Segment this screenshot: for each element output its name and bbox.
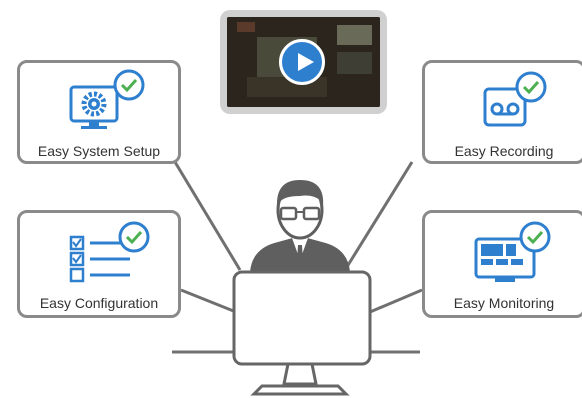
- card-system-setup[interactable]: Easy System Setup: [17, 60, 181, 164]
- card-label: Easy Recording: [454, 143, 554, 159]
- person-figure: [250, 180, 350, 272]
- monitor-grid-icon: [473, 221, 553, 285]
- video-thumbnail[interactable]: [220, 10, 387, 114]
- card-label: Easy System Setup: [37, 143, 161, 159]
- card-configuration[interactable]: Easy Configuration: [17, 210, 181, 318]
- checklist-icon: [68, 219, 158, 285]
- card-recording[interactable]: Easy Recording: [422, 60, 582, 164]
- video-frame: [227, 17, 380, 107]
- card-label: Easy Monitoring: [453, 295, 555, 311]
- play-icon[interactable]: [279, 39, 325, 85]
- tape-recorder-icon: [481, 71, 551, 131]
- gear-monitor-icon: [69, 69, 149, 131]
- desktop-monitor: [232, 270, 372, 396]
- card-monitoring[interactable]: Easy Monitoring: [422, 210, 582, 318]
- card-label: Easy Configuration: [39, 295, 159, 311]
